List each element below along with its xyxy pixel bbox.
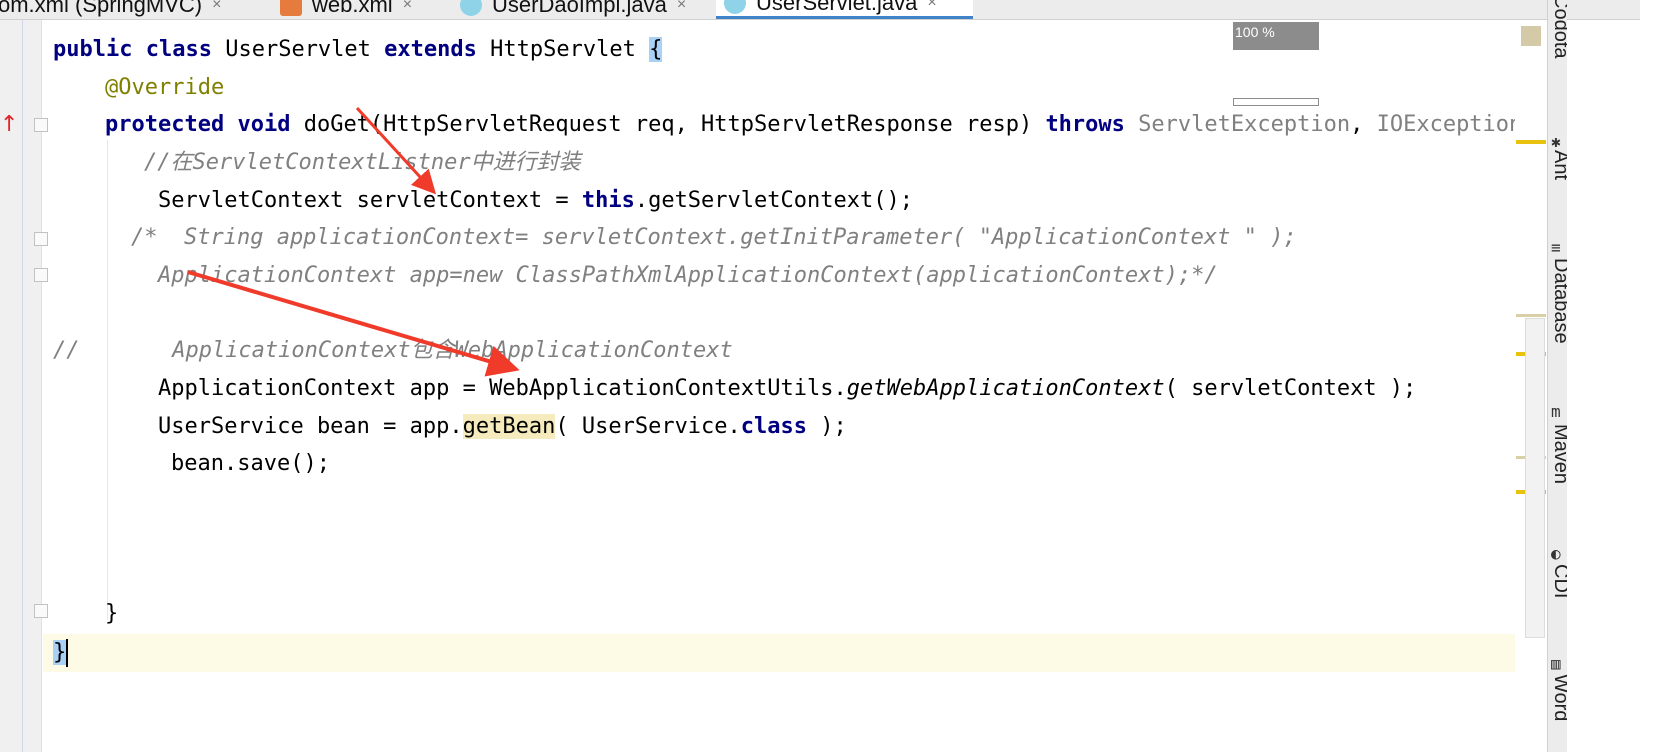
code-text: ServletContext servletContext = (158, 188, 582, 213)
separator: , (1350, 112, 1364, 137)
tab-pom-xml[interactable]: om.xml (SpringMVC) × (0, 0, 221, 19)
brace-match: { (649, 37, 663, 62)
code-line-11[interactable]: bean.save(); (171, 445, 330, 483)
tab-label: UserDaoImpl.java (492, 0, 667, 17)
text-caret (66, 639, 69, 667)
keyword: void (237, 112, 291, 137)
usage-marker[interactable] (1516, 314, 1546, 317)
code-editor[interactable]: public class UserServlet extends HttpSer… (43, 20, 1549, 752)
keyword: this (581, 188, 635, 213)
closing-brace: } (105, 601, 119, 626)
tab-userservlet[interactable]: UserServlet.java × (716, 0, 973, 19)
code-line-3[interactable]: protected void doGet(HttpServletRequest … (105, 106, 1549, 144)
tab-label: web.xml (312, 0, 393, 17)
caret-row-highlight (43, 634, 1543, 672)
editor-tab-bar: om.xml (SpringMVC) × web.xml × UserDaoIm… (0, 0, 1640, 20)
code-text: ); (807, 414, 847, 439)
method-usage-highlight: getBean (462, 414, 556, 439)
tab-userdaoimpl[interactable]: UserDaoImpl.java × (452, 0, 686, 19)
java-class-icon (724, 0, 746, 14)
zoom-indicator: 100 % (1233, 22, 1319, 50)
code-text: ApplicationContext app = WebApplicationC… (158, 376, 847, 401)
scrollbar-thumb[interactable] (1525, 318, 1545, 638)
keyword: throws (1045, 112, 1125, 137)
keyword: class (145, 37, 212, 62)
annotation: @Override (105, 75, 225, 100)
block-comment: /* String applicationContext= servletCon… (131, 225, 1297, 250)
tool-window-bar: Codota ✱ Ant ≡ Database m Maven ◐ CDI ▥ … (1547, 0, 1567, 752)
code-line-1[interactable]: public class UserServlet extends HttpSer… (53, 31, 663, 69)
code-line-7[interactable]: ApplicationContext app=new ClassPathXmlA… (158, 257, 1218, 295)
keyword: class (740, 414, 808, 439)
tool-cdi[interactable]: CDI (1549, 564, 1567, 598)
exception-type: ServletException (1138, 112, 1351, 137)
word-icon: ▥ (1551, 654, 1561, 673)
gutter-separator (22, 20, 23, 752)
close-icon[interactable]: × (927, 0, 936, 12)
tool-word[interactable]: Word (1549, 674, 1567, 721)
exception-type: IOException (1376, 112, 1523, 137)
code-text: bean.save(); (171, 451, 330, 476)
code-line-6[interactable]: /* String applicationContext= servletCon… (131, 219, 1297, 257)
keyword: public (53, 37, 133, 62)
tab-web-xml[interactable]: web.xml × (272, 0, 412, 19)
tool-codota[interactable]: Codota (1549, 0, 1567, 59)
xml-file-icon (280, 0, 302, 16)
code-line-4[interactable]: //在ServletContextListner中进行封装 (144, 144, 581, 182)
code-line-5[interactable]: ServletContext servletContext = this.get… (158, 182, 913, 220)
inspection-status-icon[interactable] (1521, 26, 1541, 46)
code-line-12[interactable]: } (105, 595, 118, 633)
close-icon[interactable]: × (403, 0, 412, 14)
tool-database[interactable]: Database (1549, 258, 1567, 344)
ant-icon: ✱ (1551, 132, 1561, 151)
method-signature: doGet(HttpServletRequest req, HttpServle… (303, 112, 1033, 137)
comment: //在ServletContextListner中进行封装 (144, 150, 581, 175)
parent-class: HttpServlet (490, 37, 636, 62)
class-name: UserServlet (225, 37, 371, 62)
override-method-icon[interactable]: ↑ (0, 112, 18, 137)
tool-ant[interactable]: Ant (1549, 150, 1567, 180)
code-line-9[interactable]: ApplicationContext app = WebApplicationC… (158, 370, 1416, 408)
database-icon: ≡ (1551, 238, 1561, 257)
code-text: UserService bean = app. (158, 414, 463, 439)
maven-icon: m (1551, 402, 1561, 421)
code-text: .getServletContext(); (634, 188, 913, 213)
closing-brace: } (53, 640, 67, 665)
static-method: getWebApplicationContext (846, 376, 1165, 401)
code-line-8[interactable]: // ApplicationContext包含WebApplicationCon… (53, 332, 733, 370)
close-icon[interactable]: × (212, 0, 221, 14)
java-class-icon (460, 0, 482, 16)
keyword: extends (384, 37, 477, 62)
code-text: ( servletContext ); (1164, 376, 1417, 401)
warning-marker[interactable] (1516, 140, 1546, 144)
code-line-13[interactable]: } (53, 634, 69, 672)
zoom-slider[interactable] (1233, 98, 1319, 106)
block-comment: ApplicationContext app=new ClassPathXmlA… (158, 263, 1218, 288)
indent-guide (107, 140, 108, 620)
close-icon[interactable]: × (677, 0, 686, 14)
cdi-icon: ◐ (1551, 544, 1561, 563)
keyword: protected (105, 112, 225, 137)
code-line-2[interactable]: @Override (105, 69, 224, 107)
tool-maven[interactable]: Maven (1549, 424, 1567, 484)
code-text: ( UserService. (555, 414, 741, 439)
code-line-10[interactable]: UserService bean = app.getBean( UserServ… (158, 408, 847, 446)
line-comment: // ApplicationContext包含WebApplicationCon… (53, 338, 733, 363)
tab-label: UserServlet.java (756, 0, 918, 15)
zoom-label: 100 % (1235, 24, 1275, 40)
tab-label: om.xml (SpringMVC) (0, 0, 203, 17)
